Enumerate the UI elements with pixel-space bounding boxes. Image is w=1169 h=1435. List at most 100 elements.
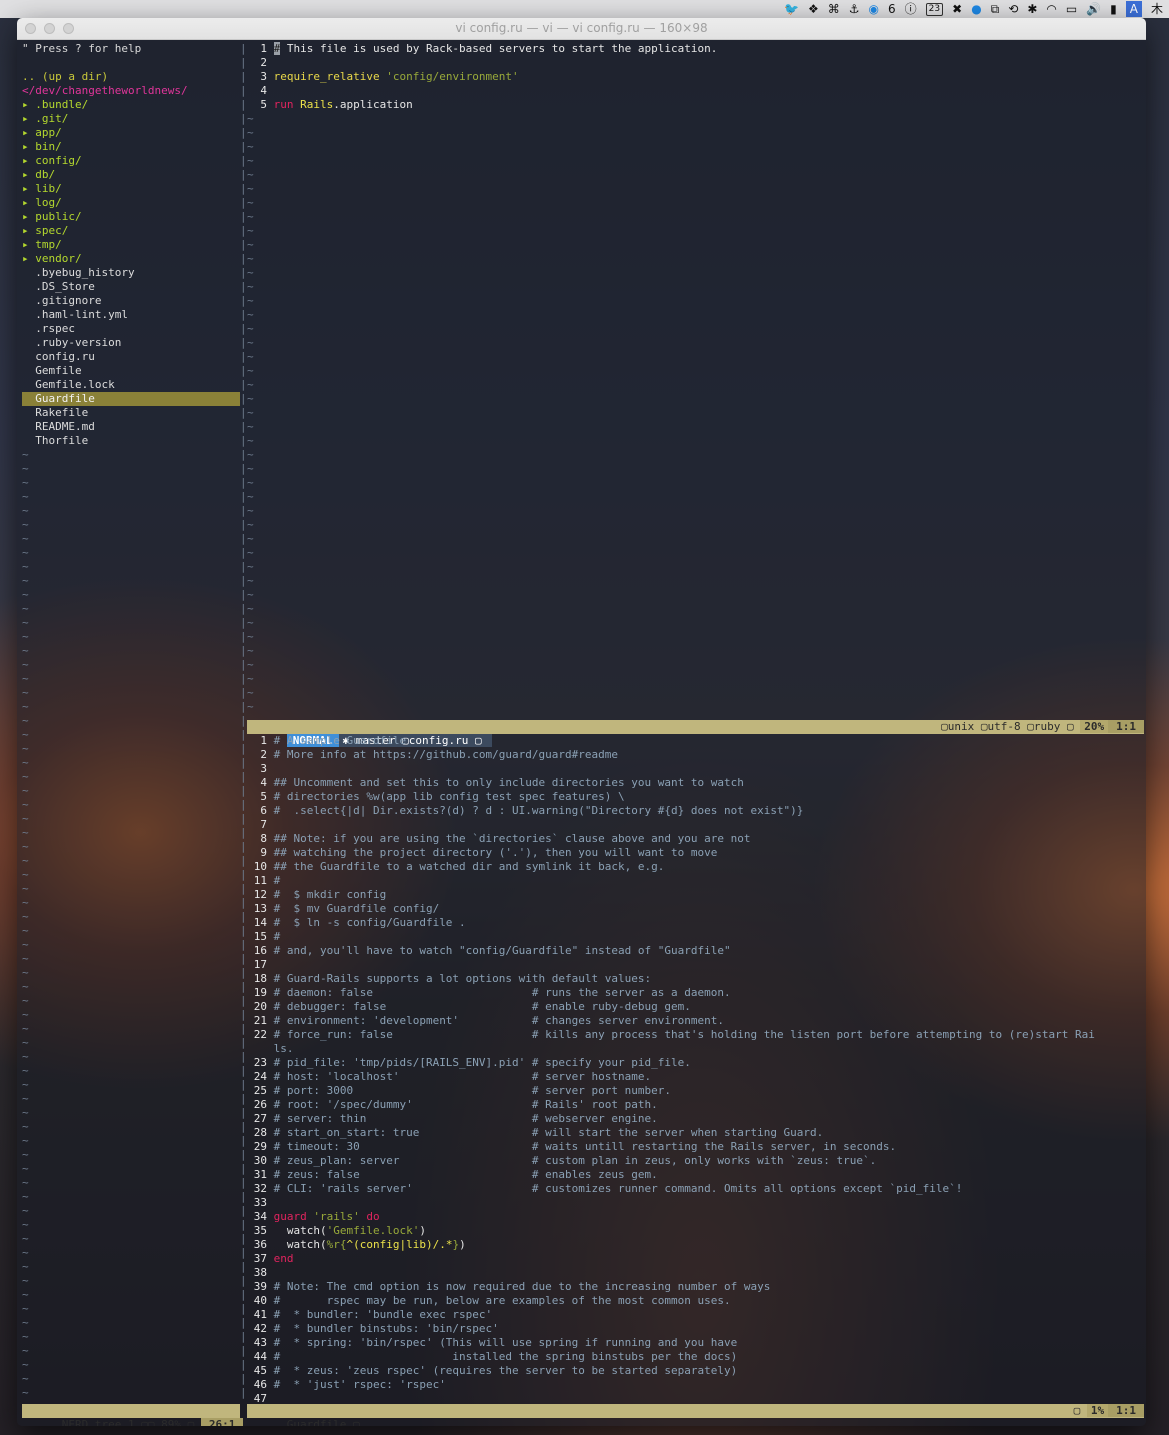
bluetooth-icon[interactable]: ✱	[1027, 0, 1037, 18]
code-line[interactable]: 3 require_relative 'config/environment'	[247, 70, 518, 84]
nerdtree-dir[interactable]: ▸ db/	[22, 168, 55, 182]
code-line[interactable]: 27 # server: thin # webserver engine.	[247, 1112, 658, 1126]
code-line[interactable]: 39 # Note: The cmd option is now require…	[247, 1280, 771, 1294]
nerdtree-file[interactable]: .DS_Store	[22, 280, 95, 294]
code-line[interactable]: 32 # CLI: 'rails server' # customizes ru…	[247, 1182, 963, 1196]
input-source-icon[interactable]: A	[1125, 1, 1142, 17]
code-line[interactable]: 16 # and, you'll have to watch "config/G…	[247, 944, 731, 958]
nerdtree-file[interactable]: .rspec	[22, 322, 75, 336]
nerdtree-dir[interactable]: ▸ app/	[22, 126, 62, 140]
expand-arrow-icon[interactable]: ▸	[22, 112, 29, 125]
battery-icon[interactable]: ▮	[1110, 0, 1117, 18]
circle-icon[interactable]: ●	[971, 0, 981, 18]
code-line[interactable]: 1 # A sample Guardfile	[247, 734, 406, 748]
nerdtree-file[interactable]: README.md	[22, 420, 95, 434]
code-line[interactable]: 26 # root: '/spec/dummy' # Rails' root p…	[247, 1098, 658, 1112]
code-line[interactable]: 15 #	[247, 930, 281, 944]
code-line[interactable]: 25 # port: 3000 # server port number.	[247, 1084, 671, 1098]
clock-partial[interactable]: 木	[1151, 0, 1163, 18]
code-line[interactable]: 42 # * bundler binstubs: 'bin/rspec'	[247, 1322, 499, 1336]
code-line[interactable]: 30 # zeus_plan: server # custom plan in …	[247, 1154, 877, 1168]
nerdtree-file[interactable]: .gitignore	[22, 294, 101, 308]
nerdtree-dir[interactable]: ▸ spec/	[22, 224, 68, 238]
code-line[interactable]: 22 # force_run: false # kills any proces…	[247, 1028, 1095, 1042]
code-line[interactable]: 2 # More info at https://github.com/guar…	[247, 748, 618, 762]
terminal-content[interactable]: " Press ? for help .. (up a dir) </dev/cha…	[17, 40, 1146, 1426]
code-line[interactable]: 11 #	[247, 874, 281, 888]
nerdtree-dir[interactable]: ▸ tmp/	[22, 238, 62, 252]
code-line[interactable]: 41 # * bundler: 'bundle exec rspec'	[247, 1308, 492, 1322]
nerdtree-dir[interactable]: ▸ config/	[22, 154, 82, 168]
crop-icon[interactable]: ⧉	[991, 0, 1000, 18]
airplay-icon[interactable]: ▭	[1066, 0, 1077, 18]
code-line[interactable]: 20 # debugger: false # enable ruby-debug…	[247, 1000, 691, 1014]
nerdtree-file[interactable]: Gemfile	[22, 364, 81, 378]
code-line[interactable]: 12 # $ mkdir config	[247, 888, 386, 902]
code-line[interactable]: 6 # .select{|d| Dir.exists?(d) ? d : UI.…	[247, 804, 803, 818]
nerdtree-file[interactable]: .byebug_history	[22, 266, 134, 280]
code-line[interactable]: 28 # start_on_start: true # will start t…	[247, 1126, 824, 1140]
code-line[interactable]: 29 # timeout: 30 # waits untill restarti…	[247, 1140, 896, 1154]
window-titlebar[interactable]: vi config.ru — vi — vi config.ru — 160×9…	[17, 18, 1146, 40]
nerdtree-dir[interactable]: ▸ .git/	[22, 112, 68, 126]
nerdtree-file[interactable]: config.ru	[22, 350, 95, 364]
code-line[interactable]: 40 # rspec may be run, below are example…	[247, 1294, 731, 1308]
code-line[interactable]: 14 # $ ln -s config/Guardfile .	[247, 916, 466, 930]
code-line[interactable]: 33	[247, 1196, 274, 1210]
nerdtree-file[interactable]: Gemfile.lock	[22, 378, 114, 392]
expand-arrow-icon[interactable]: ▸	[22, 224, 29, 237]
code-line[interactable]: 5 # directories %w(app lib config test s…	[247, 790, 624, 804]
code-line[interactable]: 43 # * spring: 'bin/rspec' (This will us…	[247, 1336, 737, 1350]
code-line[interactable]: 3	[247, 762, 274, 776]
code-line[interactable]: 31 # zeus: false # enables zeus gem.	[247, 1168, 658, 1182]
nerdtree-dir[interactable]: ▸ .bundle/	[22, 98, 88, 112]
code-line[interactable]: 9 ## watching the project directory ('.'…	[247, 846, 717, 860]
nerdtree-dir[interactable]: ▸ lib/	[22, 182, 62, 196]
code-line[interactable]: 4	[247, 84, 274, 98]
code-line[interactable]: 34 guard 'rails' do	[247, 1210, 380, 1224]
code-line[interactable]: 7	[247, 818, 274, 832]
nerdtree-dir[interactable]: ▸ public/	[22, 210, 82, 224]
code-line[interactable]: 13 # $ mv Guardfile config/	[247, 902, 439, 916]
code-line[interactable]: 8 ## Note: if you are using the `directo…	[247, 832, 750, 846]
nerdtree-file-selected[interactable]: Guardfile	[22, 392, 240, 406]
expand-arrow-icon[interactable]: ▸	[22, 238, 29, 251]
expand-arrow-icon[interactable]: ▸	[22, 154, 29, 167]
wifi-icon[interactable]: ◠	[1046, 0, 1056, 18]
expand-arrow-icon[interactable]: ▸	[22, 126, 29, 139]
nerdtree-dir[interactable]: ▸ vendor/	[22, 252, 82, 266]
code-line[interactable]: 24 # host: 'localhost' # server hostname…	[247, 1070, 651, 1084]
code-line[interactable]: 35 watch('Gemfile.lock')	[247, 1224, 426, 1238]
nerdtree-dir[interactable]: ▸ log/	[22, 196, 62, 210]
volume-icon[interactable]: 🔊	[1086, 0, 1101, 18]
code-line[interactable]: 1 # This file is used by Rack-based serv…	[247, 42, 717, 56]
twitter-icon[interactable]: 🐦	[784, 0, 799, 18]
time-machine-icon[interactable]: ⟲	[1008, 0, 1018, 18]
code-line[interactable]: 19 # daemon: false # runs the server as …	[247, 986, 731, 1000]
nerdtree-up-dir[interactable]: .. (up a dir)	[22, 70, 108, 84]
code-line[interactable]: 5 run Rails.application	[247, 98, 412, 112]
antivirus-icon[interactable]: ◉	[869, 0, 879, 18]
calendar-icon[interactable]: 23	[925, 2, 944, 16]
code-line[interactable]: ls.	[247, 1042, 294, 1056]
code-line[interactable]: 18 # Guard-Rails supports a lot options …	[247, 972, 651, 986]
code-line[interactable]: 38	[247, 1266, 274, 1280]
x-icon[interactable]: ✖	[952, 0, 962, 18]
nerdtree-file[interactable]: Thorfile	[22, 434, 88, 448]
expand-arrow-icon[interactable]: ▸	[22, 252, 29, 265]
code-line[interactable]: 4 ## Uncomment and set this to only incl…	[247, 776, 743, 790]
expand-arrow-icon[interactable]: ▸	[22, 168, 29, 181]
nerdtree-file[interactable]: Rakefile	[22, 406, 88, 420]
expand-arrow-icon[interactable]: ▸	[22, 210, 29, 223]
code-line[interactable]: 2	[247, 56, 274, 70]
dropbox-icon[interactable]: ❖	[808, 0, 819, 18]
expand-arrow-icon[interactable]: ▸	[22, 182, 29, 195]
code-line[interactable]: 46 # * 'just' rspec: 'rspec'	[247, 1378, 446, 1392]
code-line[interactable]: 10 ## the Guardfile to a watched dir and…	[247, 860, 665, 874]
code-line[interactable]: 44 # installed the spring binstubs per t…	[247, 1350, 737, 1364]
expand-arrow-icon[interactable]: ▸	[22, 98, 29, 111]
code-line[interactable]: 21 # environment: 'development' # change…	[247, 1014, 724, 1028]
nerdtree-file[interactable]: .haml-lint.yml	[22, 308, 128, 322]
code-line[interactable]: 23 # pid_file: 'tmp/pids/[RAILS_ENV].pid…	[247, 1056, 691, 1070]
nerdtree-file[interactable]: .ruby-version	[22, 336, 121, 350]
